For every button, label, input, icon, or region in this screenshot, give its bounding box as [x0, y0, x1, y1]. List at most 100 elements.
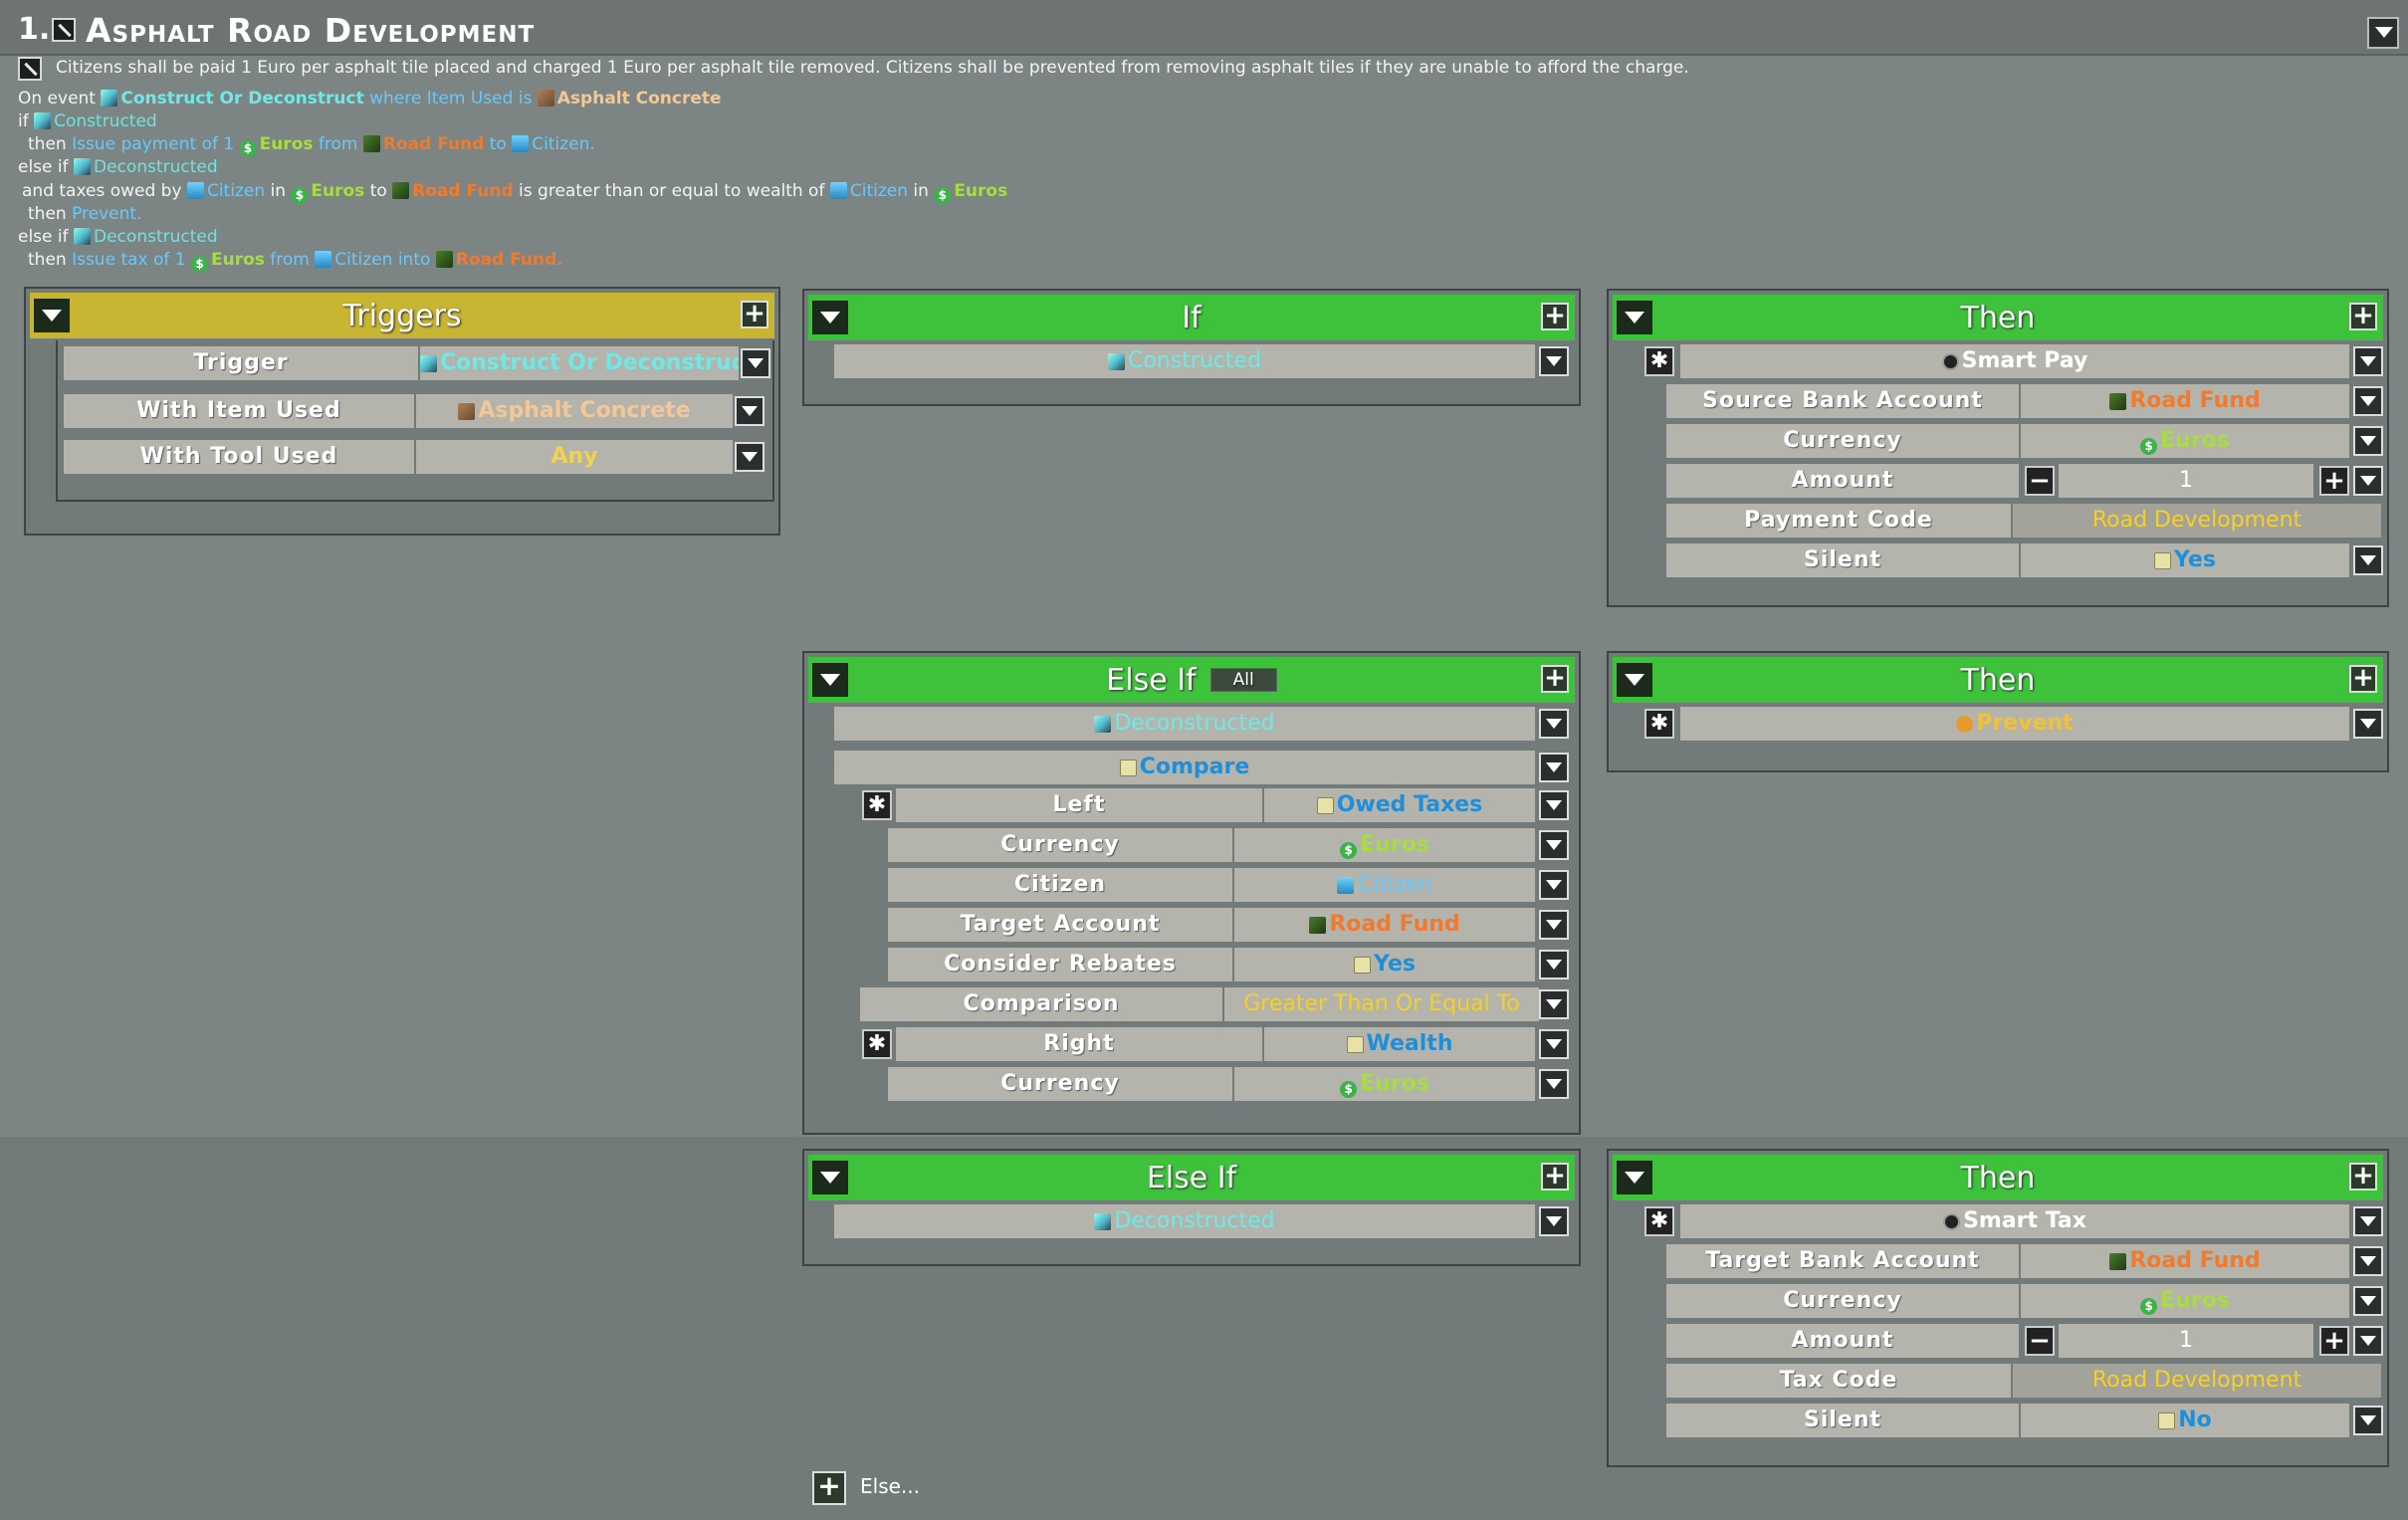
source-bank-value[interactable]: Road Fund: [2021, 384, 2349, 418]
left-currency-dropdown[interactable]: [1539, 830, 1569, 860]
silent-dropdown[interactable]: [2353, 545, 2383, 575]
fund-icon: [362, 135, 380, 152]
compare-value[interactable]: Compare: [834, 751, 1535, 784]
comparison-row: Comparison Greater Than Or Equal To: [860, 987, 1573, 1021]
add-else-button[interactable]: +: [812, 1471, 846, 1505]
currency-value[interactable]: $ Euros: [2021, 424, 2349, 458]
consider-rebates-row: Consider Rebates Yes: [888, 948, 1573, 981]
gear-icon[interactable]: ✱: [1644, 1206, 1674, 1236]
edit-description-icon[interactable]: [18, 57, 42, 81]
gear-icon[interactable]: ✱: [1644, 709, 1674, 739]
left-currency-row: Currency $ Euros: [888, 828, 1573, 862]
right-currency-dropdown[interactable]: [1539, 1069, 1569, 1099]
add-action-button[interactable]: +: [2349, 665, 2377, 693]
action-dropdown[interactable]: [2353, 346, 2383, 376]
target-bank-value[interactable]: Road Fund: [2021, 1244, 2349, 1278]
then-tax-panel: Then + ✱ Smart Tax Target Bank Account R…: [1607, 1149, 2389, 1467]
else-if-2-condition-dropdown[interactable]: [1539, 1206, 1569, 1236]
comparison-value[interactable]: Greater Than Or Equal To: [1224, 987, 1539, 1021]
currency-row: Currency $ Euros: [1666, 424, 2387, 458]
tax-silent-dropdown[interactable]: [2353, 1406, 2383, 1435]
item-used-value[interactable]: Asphalt Concrete: [416, 394, 733, 428]
amount-label: Amount: [1666, 464, 2019, 498]
then-prevent-header: Then +: [1613, 657, 2383, 703]
trigger-value[interactable]: Construct Or Deconstruct: [420, 346, 739, 380]
citizen-dropdown[interactable]: [1539, 870, 1569, 900]
else-if-header-2: Else If +: [808, 1155, 1575, 1200]
right-value[interactable]: Wealth: [1264, 1027, 1535, 1061]
desc-line-pay: then Issue payment of 1 $ Euros from Road…: [28, 134, 595, 157]
tax-currency-dropdown[interactable]: [2353, 1286, 2383, 1316]
action-value[interactable]: Smart Pay: [1680, 344, 2349, 378]
euro-icon: $: [191, 256, 208, 273]
citizen-value[interactable]: Citizen: [1234, 868, 1535, 902]
amount-value[interactable]: 1: [2059, 464, 2313, 498]
right-currency-value[interactable]: $ Euros: [1234, 1067, 1535, 1101]
document-icon: [1119, 760, 1137, 776]
add-condition-button[interactable]: +: [1541, 1163, 1569, 1191]
rename-icon[interactable]: [52, 18, 76, 42]
match-mode-badge[interactable]: All: [1209, 668, 1277, 692]
triggers-panel: Triggers + Trigger Construct Or Deconstr…: [24, 287, 780, 536]
tax-amount-value[interactable]: 1: [2059, 1324, 2313, 1358]
tool-icon: [1094, 1213, 1112, 1230]
right-dropdown[interactable]: [1539, 1029, 1569, 1059]
tax-code-input[interactable]: Road Development: [2013, 1364, 2381, 1398]
tax-action-dropdown[interactable]: [2353, 1206, 2383, 1236]
gear-icon[interactable]: ✱: [1644, 346, 1674, 376]
tax-silent-value[interactable]: No: [2021, 1404, 2349, 1437]
add-condition-button[interactable]: +: [1541, 303, 1569, 330]
compare-dropdown[interactable]: [1539, 753, 1569, 782]
add-trigger-button[interactable]: +: [741, 301, 768, 328]
add-condition-button[interactable]: +: [1541, 665, 1569, 693]
amount-dropdown[interactable]: [2353, 466, 2383, 496]
currency-dropdown[interactable]: [2353, 426, 2383, 456]
prevent-value[interactable]: Prevent: [1680, 707, 2349, 741]
trigger-dropdown[interactable]: [741, 348, 770, 378]
trigger-block: Trigger Construct Or Deconstruct With It…: [56, 340, 774, 502]
else-if-condition-value[interactable]: Deconstructed: [834, 707, 1535, 741]
payment-code-input[interactable]: Road Development: [2013, 504, 2381, 538]
euro-icon: $: [934, 187, 952, 204]
increment-button[interactable]: +: [2319, 1326, 2349, 1356]
euro-icon: $: [239, 140, 257, 157]
item-used-dropdown[interactable]: [735, 396, 765, 426]
target-account-dropdown[interactable]: [1539, 910, 1569, 940]
else-if-2-condition-value[interactable]: Deconstructed: [834, 1204, 1535, 1238]
consider-rebates-dropdown[interactable]: [1539, 950, 1569, 979]
left-currency-value[interactable]: $ Euros: [1234, 828, 1535, 862]
desc-line-elseif2: else if Deconstructed: [18, 227, 218, 247]
tool-used-value[interactable]: Any: [416, 440, 733, 474]
increment-button[interactable]: +: [2319, 466, 2349, 496]
payment-code-label: Payment Code: [1666, 504, 2011, 538]
target-bank-label: Target Bank Account: [1666, 1244, 2019, 1278]
comparison-dropdown[interactable]: [1539, 989, 1569, 1019]
then-pay-title: Then: [1960, 301, 2036, 335]
else-if-condition-dropdown[interactable]: [1539, 709, 1569, 739]
left-value[interactable]: Owed Taxes: [1264, 788, 1535, 822]
silent-value[interactable]: Yes: [2021, 543, 2349, 577]
if-condition-dropdown[interactable]: [1539, 346, 1569, 376]
fund-icon: [392, 182, 410, 199]
tax-amount-dropdown[interactable]: [2353, 1326, 2383, 1356]
add-action-button[interactable]: +: [2349, 303, 2377, 330]
prevent-dropdown[interactable]: [2353, 709, 2383, 739]
warning-icon: [1956, 716, 1974, 733]
if-condition-value[interactable]: Constructed: [834, 344, 1535, 378]
desc-line-taxes: and taxes owed by Citizen in $ Euros to R…: [22, 181, 1008, 204]
euro-icon: $: [291, 187, 309, 204]
tax-currency-value[interactable]: $ Euros: [2021, 1284, 2349, 1318]
tax-action-value[interactable]: Smart Tax: [1680, 1204, 2349, 1238]
decrement-button[interactable]: −: [2025, 466, 2055, 496]
tool-used-dropdown[interactable]: [735, 442, 765, 472]
left-dropdown[interactable]: [1539, 790, 1569, 820]
source-bank-dropdown[interactable]: [2353, 386, 2383, 416]
consider-rebates-value[interactable]: Yes: [1234, 948, 1535, 981]
citizen-label: Citizen: [888, 868, 1232, 902]
decrement-button[interactable]: −: [2025, 1326, 2055, 1356]
collapse-rule-button[interactable]: [2367, 17, 2399, 49]
target-account-value[interactable]: Road Fund: [1234, 908, 1535, 942]
target-bank-dropdown[interactable]: [2353, 1246, 2383, 1276]
add-action-button[interactable]: +: [2349, 1163, 2377, 1191]
desc-line-if: if Constructed: [18, 111, 157, 131]
